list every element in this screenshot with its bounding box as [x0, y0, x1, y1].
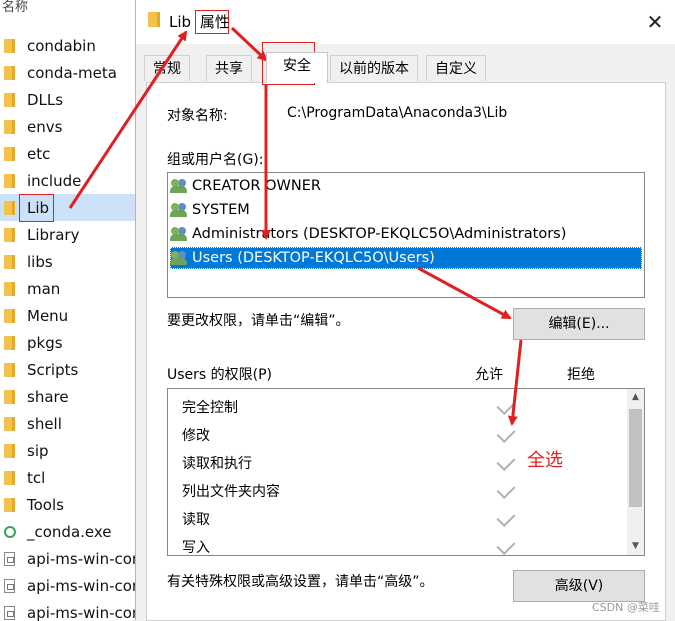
- arrow-title-to-security: [230, 26, 268, 62]
- tab-security[interactable]: 安全: [266, 52, 328, 83]
- watermark: CSDN @菜哇: [592, 601, 660, 614]
- arrow-lib-to-title: [68, 30, 188, 209]
- arrow-edit-to-select-all: [507, 339, 523, 426]
- arrow-users-to-edit: [417, 266, 512, 320]
- annotation-arrows: [68, 26, 523, 426]
